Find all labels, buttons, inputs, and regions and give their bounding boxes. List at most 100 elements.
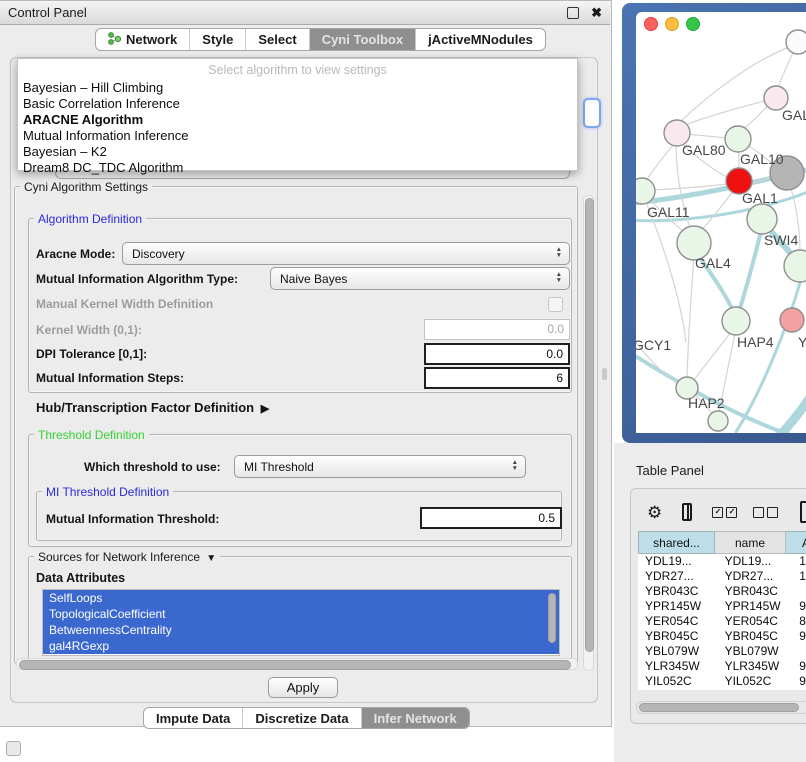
table-cell[interactable]: YPR145W: [718, 599, 793, 614]
table-row[interactable]: YBR045CYBR045C9.: [638, 629, 806, 644]
kernel-width-field[interactable]: 0.0: [424, 319, 570, 340]
table-cell[interactable]: 8.: [792, 614, 806, 629]
algorithm-option[interactable]: Bayesian – K2: [18, 144, 577, 160]
tab-impute-data[interactable]: Impute Data: [144, 708, 242, 728]
network-node[interactable]: [784, 250, 806, 282]
apply-button[interactable]: Apply: [268, 677, 338, 698]
network-node[interactable]: [725, 126, 751, 152]
table-row[interactable]: YIL052CYIL052C9: [638, 674, 806, 689]
tab-discretize-data[interactable]: Discretize Data: [242, 708, 360, 728]
table-cell[interactable]: 13: [792, 554, 806, 569]
algorithm-option[interactable]: Basic Correlation Inference: [18, 96, 577, 112]
network-node[interactable]: [722, 307, 750, 335]
focused-field-fragment[interactable]: [583, 98, 601, 128]
expand-right-icon[interactable]: ▶: [258, 403, 270, 415]
table-cell[interactable]: YBL079W: [718, 644, 793, 659]
network-edge[interactable]: [646, 202, 686, 342]
table-row[interactable]: YDR27...YDR27...12: [638, 569, 806, 584]
collapse-down-icon[interactable]: ▼: [203, 553, 216, 564]
network-node[interactable]: [780, 308, 804, 332]
table-cell[interactable]: 9.: [792, 599, 806, 614]
table-cell[interactable]: YIL052C: [638, 674, 718, 689]
manual-kernel-width-checkbox[interactable]: [548, 297, 563, 312]
mi-threshold-field[interactable]: 0.5: [420, 507, 562, 529]
network-edge[interactable]: [694, 332, 731, 380]
settings-hscrollbar-track[interactable]: [16, 658, 578, 670]
table-row[interactable]: YER054CYER054C8.: [638, 614, 806, 629]
attribute-list-item[interactable]: BetweennessCentrality: [43, 622, 559, 638]
table-cell[interactable]: 12: [792, 569, 806, 584]
table-cell[interactable]: YER054C: [718, 614, 793, 629]
network-view-window[interactable]: GALGAL80GAL10GAL1GAL11SWI4GAL4HAP4YGCY1H…: [636, 12, 806, 433]
table-cell[interactable]: 9.: [792, 629, 806, 644]
aracne-mode-select[interactable]: Discovery ▲▼: [122, 242, 570, 265]
network-node[interactable]: [747, 204, 777, 234]
data-attributes-list[interactable]: SelfLoopsTopologicalCoefficientBetweenne…: [42, 589, 560, 656]
table-cell[interactable]: [792, 644, 806, 659]
bottom-left-icon[interactable]: [6, 741, 21, 756]
table-hscrollbar-thumb[interactable]: [639, 703, 799, 712]
sources-title[interactable]: Sources for Network Inference ▼: [34, 550, 220, 564]
network-edge-highlighted[interactable]: [736, 276, 802, 432]
which-threshold-select[interactable]: MI Threshold ▲▼: [234, 455, 526, 478]
table-cell[interactable]: YER054C: [638, 614, 718, 629]
network-edge-highlighted[interactable]: [774, 394, 806, 433]
dpi-tolerance-field[interactable]: 0.0: [424, 343, 570, 365]
gear-icon[interactable]: ⚙: [647, 504, 662, 521]
tab-network[interactable]: Network: [96, 29, 189, 50]
network-node[interactable]: [636, 178, 655, 204]
table-cell[interactable]: YLR345W: [718, 659, 793, 674]
table-cell[interactable]: YIL052C: [718, 674, 793, 689]
table-cell[interactable]: YDR27...: [638, 569, 718, 584]
settings-vscrollbar-track[interactable]: [583, 195, 594, 671]
hub-section-label[interactable]: Hub/Transcription Factor Definition ▶: [36, 400, 269, 415]
table-row[interactable]: YPR145WYPR145W9.: [638, 599, 806, 614]
algorithm-option[interactable]: ARACNE Algorithm: [18, 112, 577, 128]
table-hscrollbar-track[interactable]: [636, 701, 806, 714]
algorithm-option[interactable]: Bayesian – Hill Climbing: [18, 80, 577, 96]
column-header-partial[interactable]: A: [786, 531, 806, 554]
deselect-all-columns-icon[interactable]: [753, 507, 778, 518]
close-icon[interactable]: ✖: [591, 8, 602, 18]
table-row[interactable]: YBL079WYBL079W: [638, 644, 806, 659]
mi-steps-field[interactable]: 6: [424, 367, 570, 389]
algorithm-option[interactable]: Mutual Information Inference: [18, 128, 577, 144]
attribute-list-item[interactable]: TopologicalCoefficient: [43, 606, 559, 622]
attribute-list-item[interactable]: gal4RGexp: [43, 638, 559, 654]
table-cell[interactable]: YLR345W: [638, 659, 718, 674]
zoom-traffic-light[interactable]: [686, 17, 700, 31]
node-table[interactable]: shared... name A YDL19...YDL19...13YDR27…: [638, 531, 806, 690]
column-header-name[interactable]: name: [715, 531, 786, 554]
attribute-list-item[interactable]: SelfLoops: [43, 590, 559, 606]
network-node[interactable]: [786, 30, 806, 54]
table-cell[interactable]: [792, 584, 806, 599]
network-edge[interactable]: [645, 144, 674, 182]
table-cell[interactable]: YDL19...: [638, 554, 718, 569]
table-cell[interactable]: YPR145W: [638, 599, 718, 614]
panel-splitter-handle[interactable]: [602, 368, 607, 380]
table-cell[interactable]: YBR043C: [718, 584, 793, 599]
table-row[interactable]: YDL19...YDL19...13: [638, 554, 806, 569]
table-cell[interactable]: 9: [792, 674, 806, 689]
new-table-icon[interactable]: [800, 501, 806, 523]
tab-select[interactable]: Select: [245, 29, 308, 50]
table-row[interactable]: YLR345WYLR345W9.: [638, 659, 806, 674]
table-cell[interactable]: YBR043C: [638, 584, 718, 599]
table-cell[interactable]: YDR27...: [718, 569, 793, 584]
network-edge-highlighted[interactable]: [739, 227, 762, 312]
attributes-scrollbar[interactable]: [548, 593, 556, 643]
network-node[interactable]: [708, 411, 728, 431]
network-canvas[interactable]: GALGAL80GAL10GAL1GAL11SWI4GAL4HAP4YGCY1H…: [636, 12, 806, 433]
algorithm-option[interactable]: Dream8 DC_TDC Algorithm: [18, 160, 577, 176]
settings-hscrollbar-thumb[interactable]: [19, 660, 571, 670]
table-cell[interactable]: YBR045C: [718, 629, 793, 644]
settings-vscrollbar-thumb[interactable]: [585, 198, 594, 652]
tab-style[interactable]: Style: [189, 29, 245, 50]
mi-algorithm-type-select[interactable]: Naive Bayes ▲▼: [270, 267, 570, 290]
minimize-traffic-light[interactable]: [665, 17, 679, 31]
table-row[interactable]: YBR043CYBR043C: [638, 584, 806, 599]
table-cell[interactable]: YDL19...: [718, 554, 793, 569]
table-cell[interactable]: YBR045C: [638, 629, 718, 644]
float-window-icon[interactable]: [567, 7, 579, 19]
select-all-columns-icon[interactable]: ✓✓: [712, 507, 737, 518]
